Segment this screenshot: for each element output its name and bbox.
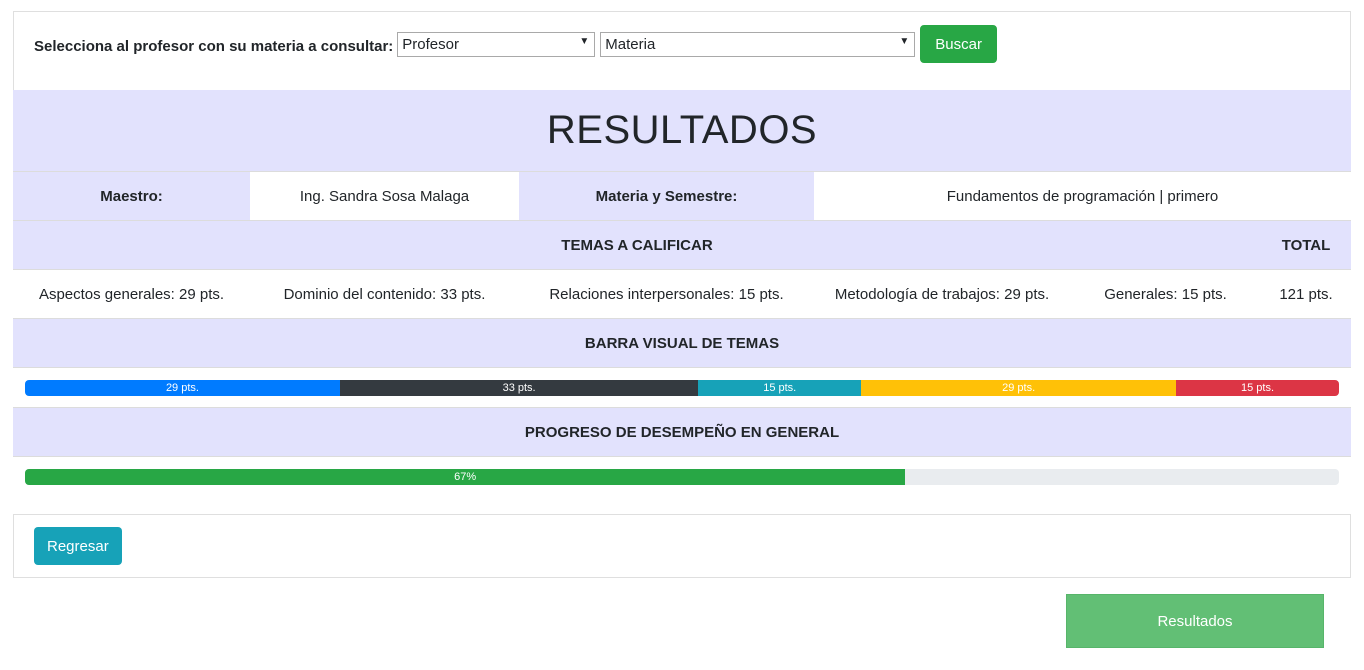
score-dominio-contenido: Dominio del contenido: 33 pts. — [283, 285, 486, 303]
temas-header: TEMAS A CALIFICAR — [561, 236, 713, 254]
bar-segment-4: 29 pts. — [861, 379, 1177, 396]
score-relaciones-interpersonales: Relaciones interpersonales: 15 pts. — [549, 285, 784, 303]
progress-track: 67% — [25, 469, 1339, 485]
materia-value: Fundamentos de programación | primero — [946, 187, 1219, 205]
bar-segment-3: 15 pts. — [698, 379, 862, 396]
materia-label: Materia y Semestre: — [519, 172, 814, 220]
score-aspectos-generales: Aspectos generales: 29 pts. — [38, 285, 225, 303]
search-label: Selecciona al profesor con su materia a … — [34, 37, 394, 55]
score-metodologia-trabajos: Metodología de trabajos: 29 pts. — [834, 285, 1050, 303]
materia-select-value: Materia — [605, 35, 656, 53]
maestro-label: Maestro: — [13, 172, 250, 220]
bar-segment-1: 29 pts. — [25, 379, 340, 396]
page-title: RESULTADOS — [546, 108, 818, 152]
progress-fill: 67% — [25, 469, 906, 485]
score-generales: Generales: 15 pts. — [1104, 285, 1227, 303]
total-header: TOTAL — [1281, 236, 1331, 254]
resultados-button[interactable]: Resultados — [1066, 594, 1324, 648]
materia-select[interactable]: Materia ▼ — [600, 31, 916, 57]
profesor-select-value: Profesor — [402, 35, 459, 53]
results-table: RESULTADOS Maestro: Ing. Sandra Sosa Mal… — [13, 90, 1351, 512]
search-row: Selecciona al profesor con su materia a … — [34, 25, 997, 63]
temas-stacked-bar: 29 pts. 33 pts. 15 pts. 29 pts. 15 pts. — [25, 379, 1339, 396]
chevron-down-icon: ▼ — [899, 35, 910, 47]
regresar-button[interactable]: Regresar — [34, 527, 122, 565]
score-total: 121 pts. — [1279, 285, 1333, 303]
barra-header: BARRA VISUAL DE TEMAS — [584, 334, 780, 352]
profesor-select[interactable]: Profesor ▼ — [397, 31, 596, 57]
barra-header-row: BARRA VISUAL DE TEMAS — [13, 318, 1351, 367]
temas-header-row: TEMAS A CALIFICAR TOTAL — [13, 220, 1351, 269]
progreso-row: 67% — [13, 456, 1351, 512]
footer-card: Regresar — [13, 514, 1351, 578]
barra-row: 29 pts. 33 pts. 15 pts. 29 pts. 15 pts. — [13, 367, 1351, 407]
bar-segment-5: 15 pts. — [1176, 379, 1339, 396]
buscar-button[interactable]: Buscar — [920, 25, 997, 63]
progreso-header: PROGRESO DE DESEMPEÑO EN GENERAL — [524, 423, 840, 441]
maestro-value: Ing. Sandra Sosa Malaga — [299, 187, 470, 205]
results-title-row: RESULTADOS — [13, 90, 1351, 171]
info-row: Maestro: Ing. Sandra Sosa Malaga Materia… — [13, 171, 1351, 220]
scores-row: Aspectos generales: 29 pts. Dominio del … — [13, 269, 1351, 318]
progreso-header-row: PROGRESO DE DESEMPEÑO EN GENERAL — [13, 407, 1351, 456]
search-card: Selecciona al profesor con su materia a … — [13, 11, 1351, 90]
bar-segment-2: 33 pts. — [339, 379, 699, 396]
chevron-down-icon: ▼ — [579, 35, 590, 47]
